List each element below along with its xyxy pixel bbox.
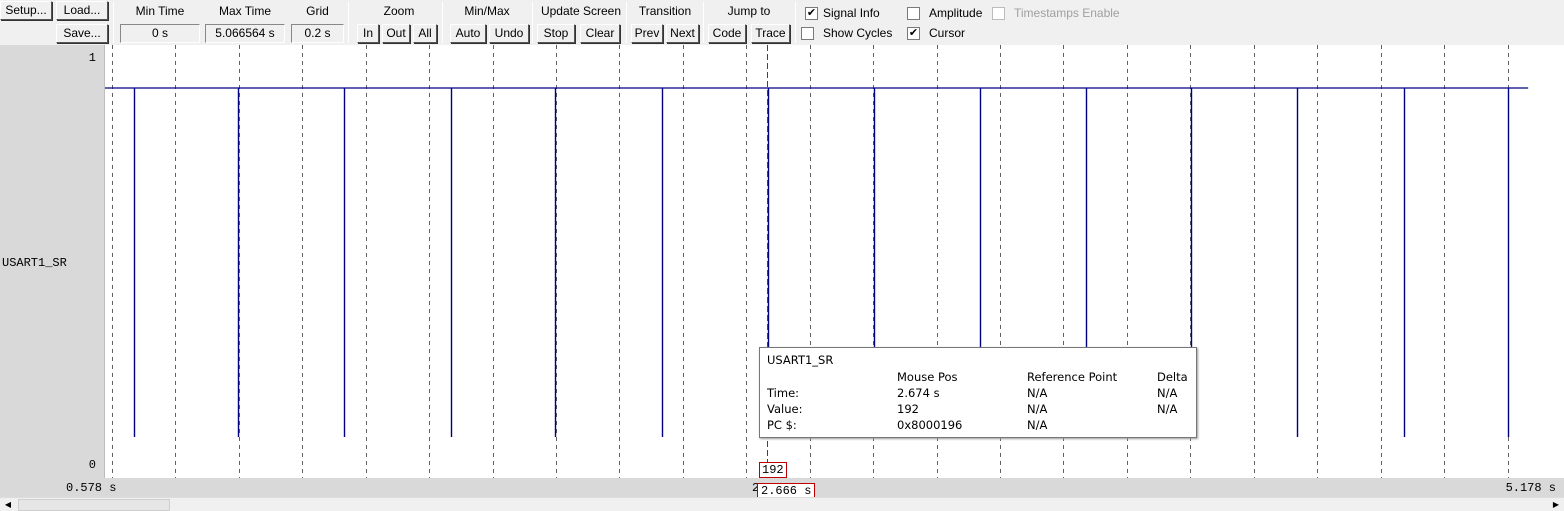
timestamps-enable-label: Timestamps Enable xyxy=(1014,6,1120,20)
separator xyxy=(703,2,704,43)
horizontal-scrollbar[interactable]: ◀ ▶ xyxy=(0,497,1564,511)
signal-info-label: Signal Info xyxy=(823,6,880,20)
tooltip-col-mouse: Mouse Pos xyxy=(897,370,958,384)
timestamps-enable-checkbox xyxy=(992,7,1005,20)
tooltip-row-mouse: 2.674 s xyxy=(897,386,940,400)
tooltip-row-label: Value: xyxy=(767,402,803,416)
tooltip-row-mouse: 192 xyxy=(897,402,919,416)
separator xyxy=(442,2,443,43)
left-arrow-icon[interactable]: ◀ xyxy=(0,498,16,511)
clear-button[interactable]: Clear xyxy=(580,24,620,43)
grid-label: Grid xyxy=(306,4,329,18)
time-axis-end: 5.178 s xyxy=(1505,481,1556,495)
tooltip-col-ref: Reference Point xyxy=(1027,370,1118,384)
zoom-out-button[interactable]: Out xyxy=(382,24,410,43)
jump-to-label: Jump to xyxy=(727,4,771,18)
jump-trace-button[interactable]: Trace xyxy=(751,24,790,43)
y-min-label: 0 xyxy=(88,458,96,472)
separator xyxy=(113,2,114,43)
separator xyxy=(795,2,796,43)
tooltip-row-ref: N/A xyxy=(1027,386,1048,400)
min-time-label: Min Time xyxy=(135,4,185,18)
tooltip-col-delta: Delta xyxy=(1157,370,1188,384)
signal-info-tooltip: USART1_SR Mouse Pos Reference Point Delt… xyxy=(759,347,1197,438)
grid-value: 0.2 s xyxy=(291,24,344,43)
signal-info-checkbox[interactable]: ✔ xyxy=(805,7,818,20)
time-axis-start: 0.578 s xyxy=(66,481,117,495)
save-button[interactable]: Save... xyxy=(56,24,108,43)
cursor-value-box: 192 xyxy=(759,462,787,478)
setup-button[interactable]: Setup... xyxy=(0,1,52,20)
cursor-label: Cursor xyxy=(929,26,966,40)
tooltip-row-mouse: 0x8000196 xyxy=(897,418,963,432)
tooltip-row-ref: N/A xyxy=(1027,402,1048,416)
tooltip-row-ref: N/A xyxy=(1027,418,1048,432)
amplitude-label: Amplitude xyxy=(929,6,983,20)
time-axis: 0.578 s 2 2.666 s 5.178 s xyxy=(0,478,1564,499)
tooltip-title: USART1_SR xyxy=(767,353,834,367)
amplitude-checkbox[interactable] xyxy=(907,7,920,20)
next-button[interactable]: Next xyxy=(666,24,699,43)
tooltip-row-delta: N/A xyxy=(1157,402,1178,416)
tooltip-row-label: PC $: xyxy=(767,418,797,432)
prev-button[interactable]: Prev xyxy=(631,24,663,43)
y-max-label: 1 xyxy=(88,51,96,65)
tooltip-row-label: Time: xyxy=(767,386,800,400)
stop-button[interactable]: Stop xyxy=(537,24,575,43)
zoom-all-button[interactable]: All xyxy=(413,24,437,43)
minmax-undo-button[interactable]: Undo xyxy=(489,24,529,43)
show-cycles-checkbox[interactable] xyxy=(801,27,814,40)
show-cycles-label: Show Cycles xyxy=(823,26,893,40)
separator xyxy=(532,2,533,43)
separator xyxy=(626,2,627,43)
toolbar: Setup... Load... Save... Min Time 0 s Ma… xyxy=(0,0,1564,45)
right-arrow-icon[interactable]: ▶ xyxy=(1548,498,1564,511)
load-button[interactable]: Load... xyxy=(56,1,108,20)
separator xyxy=(348,2,349,43)
max-time-value: 5.066564 s xyxy=(205,24,285,43)
zoom-in-button[interactable]: In xyxy=(357,24,379,43)
max-time-label: Max Time xyxy=(218,4,271,18)
tooltip-row-delta: N/A xyxy=(1157,386,1178,400)
cursor-checkbox[interactable]: ✔ xyxy=(907,27,920,40)
transition-label: Transition xyxy=(638,4,692,18)
update-screen-label: Update Screen xyxy=(540,4,622,18)
signal-name-panel: 1 USART1_SR 0 xyxy=(0,45,105,478)
scrollbar-thumb[interactable] xyxy=(18,499,170,511)
min-time-value: 0 s xyxy=(120,24,200,43)
jump-code-button[interactable]: Code xyxy=(708,24,746,43)
zoom-label: Zoom xyxy=(383,4,415,18)
minmax-auto-button[interactable]: Auto xyxy=(450,24,486,43)
minmax-label: Min/Max xyxy=(464,4,510,18)
signal-name[interactable]: USART1_SR xyxy=(2,256,67,270)
